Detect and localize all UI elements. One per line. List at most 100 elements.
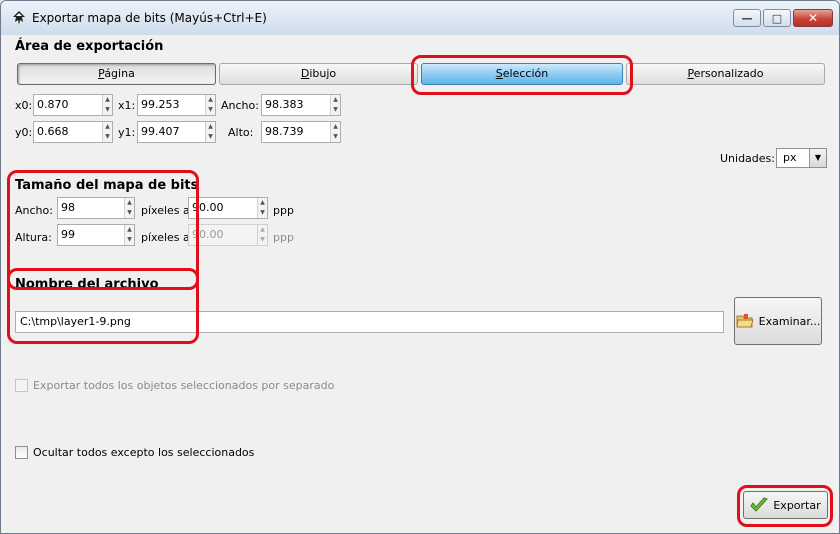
tab-selection-mnemonic: S (495, 67, 503, 80)
bitmap-height-stepper[interactable]: ▲ ▼ (124, 225, 134, 245)
units-value: px (783, 151, 797, 164)
close-icon: ✕ (807, 11, 819, 25)
units-label: Unidades: (720, 152, 775, 165)
x1-label: x1: (118, 99, 136, 112)
inkscape-app-icon (13, 11, 25, 25)
dialog-content: Área de exportación Página Dibujo Selecc… (1, 35, 839, 533)
tab-page[interactable]: Página (17, 63, 216, 85)
spin-down-icon[interactable]: ▼ (125, 208, 134, 218)
filename-input[interactable]: C:\tmp\layer1-9.png (15, 311, 724, 333)
bitmap-size-heading: Tamaño del mapa de bits (15, 178, 199, 193)
bitmap-height-dpi-value: 90.00 (192, 228, 224, 241)
spin-up-icon[interactable]: ▲ (125, 225, 134, 235)
close-button[interactable]: ✕ (793, 9, 833, 27)
maximize-icon: □ (771, 11, 783, 25)
spin-up-icon[interactable]: ▲ (258, 198, 267, 208)
bitmap-height-spinbox[interactable]: 99 ▲ ▼ (57, 224, 135, 246)
spin-up-icon[interactable]: ▲ (331, 95, 340, 105)
x0-label: x0: (15, 99, 33, 112)
window-title: Exportar mapa de bits (Mayús+Ctrl+E) (32, 11, 267, 25)
x0-stepper[interactable]: ▲ ▼ (102, 95, 112, 115)
bitmap-height-dpi-spinbox: 90.00 ▲ ▼ (188, 224, 268, 246)
area-width-stepper[interactable]: ▲ ▼ (330, 95, 340, 115)
bitmap-width-value: 98 (61, 201, 75, 214)
title-bar[interactable]: Exportar mapa de bits (Mayús+Ctrl+E) — □… (1, 1, 839, 35)
hide-all-except-selected-label[interactable]: Ocultar todos excepto los seleccionados (33, 446, 254, 459)
area-height-stepper[interactable]: ▲ ▼ (330, 122, 340, 142)
bitmap-height-label: Altura: (15, 231, 52, 244)
bitmap-width-dpi-label: píxeles a (141, 204, 190, 217)
y0-stepper[interactable]: ▲ ▼ (102, 122, 112, 142)
browse-button-label: Examinar... (758, 314, 821, 328)
tab-drawing[interactable]: Dibujo (219, 63, 418, 85)
y1-value: 99.407 (141, 125, 180, 138)
spin-down-icon[interactable]: ▼ (103, 105, 112, 115)
spin-up-icon[interactable]: ▲ (103, 95, 112, 105)
minimize-button[interactable]: — (733, 9, 761, 27)
y0-value: 0.668 (37, 125, 69, 138)
bitmap-width-label: Ancho: (15, 204, 53, 217)
y1-label: y1: (118, 126, 136, 139)
batch-export-checkbox (15, 379, 28, 392)
bitmap-width-dpi-spinbox[interactable]: 90.00 ▲ ▼ (188, 197, 268, 219)
spin-down-icon[interactable]: ▼ (103, 132, 112, 142)
y1-stepper[interactable]: ▲ ▼ (205, 122, 215, 142)
bitmap-width-dpi-value: 90.00 (192, 201, 224, 214)
x0-value: 0.870 (37, 98, 69, 111)
hide-all-except-selected-checkbox[interactable] (15, 446, 28, 459)
spin-up-icon[interactable]: ▲ (331, 122, 340, 132)
batch-export-label: Exportar todos los objetos seleccionados… (33, 379, 335, 392)
area-height-value: 98.739 (265, 125, 304, 138)
chevron-down-icon[interactable]: ▼ (809, 149, 826, 167)
bitmap-height-dpi-stepper: ▲ ▼ (257, 225, 267, 245)
export-button[interactable]: Exportar (743, 491, 828, 519)
spin-up-icon[interactable]: ▲ (103, 122, 112, 132)
spin-down-icon[interactable]: ▼ (258, 208, 267, 218)
x0-spinbox[interactable]: 0.870 ▲ ▼ (33, 94, 113, 116)
export-bitmap-dialog: Exportar mapa de bits (Mayús+Ctrl+E) — □… (0, 0, 840, 534)
tab-drawing-label: ibujo (309, 67, 337, 80)
y1-spinbox[interactable]: 99.407 ▲ ▼ (137, 121, 216, 143)
minimize-icon: — (741, 11, 753, 25)
spin-down-icon[interactable]: ▼ (331, 132, 340, 142)
spin-down-icon[interactable]: ▼ (206, 132, 215, 142)
tab-custom-label: ersonalizado (693, 67, 764, 80)
spin-up-icon[interactable]: ▲ (206, 122, 215, 132)
units-select[interactable]: px ▼ (776, 148, 827, 168)
spin-down-icon: ▼ (260, 236, 265, 243)
tab-page-label: ágina (104, 67, 135, 80)
spin-up-icon: ▲ (260, 226, 265, 233)
x1-value: 99.253 (141, 98, 180, 111)
area-width-spinbox[interactable]: 98.383 ▲ ▼ (261, 94, 341, 116)
bitmap-width-unit: ppp (273, 204, 294, 217)
tab-selection[interactable]: Selección (421, 63, 623, 85)
filename-heading: Nombre del archivo (15, 277, 159, 292)
spin-down-icon[interactable]: ▼ (125, 235, 134, 245)
area-height-spinbox[interactable]: 98.739 ▲ ▼ (261, 121, 341, 143)
export-area-heading: Área de exportación (15, 39, 164, 54)
tab-selection-label: elección (502, 67, 549, 80)
y0-label: y0: (15, 126, 33, 139)
bitmap-width-dpi-stepper[interactable]: ▲ ▼ (257, 198, 267, 218)
folder-icon (736, 314, 754, 328)
export-button-label: Exportar (773, 498, 821, 512)
y0-spinbox[interactable]: 0.668 ▲ ▼ (33, 121, 113, 143)
x1-spinbox[interactable]: 99.253 ▲ ▼ (137, 94, 216, 116)
area-height-label: Alto: (228, 126, 254, 139)
area-width-label: Ancho: (221, 99, 259, 112)
bitmap-width-spinbox[interactable]: 98 ▲ ▼ (57, 197, 135, 219)
spin-down-icon[interactable]: ▼ (206, 105, 215, 115)
area-width-value: 98.383 (265, 98, 304, 111)
browse-button[interactable]: Examinar... (734, 297, 822, 345)
checkmark-icon (750, 497, 769, 512)
bitmap-height-unit: ppp (273, 231, 294, 244)
bitmap-width-stepper[interactable]: ▲ ▼ (124, 198, 134, 218)
maximize-button[interactable]: □ (763, 9, 791, 27)
spin-up-icon[interactable]: ▲ (206, 95, 215, 105)
spin-up-icon[interactable]: ▲ (125, 198, 134, 208)
tab-custom[interactable]: Personalizado (626, 63, 825, 85)
x1-stepper[interactable]: ▲ ▼ (205, 95, 215, 115)
bitmap-height-dpi-label: píxeles a (141, 231, 190, 244)
bitmap-height-value: 99 (61, 228, 75, 241)
spin-down-icon[interactable]: ▼ (331, 105, 340, 115)
